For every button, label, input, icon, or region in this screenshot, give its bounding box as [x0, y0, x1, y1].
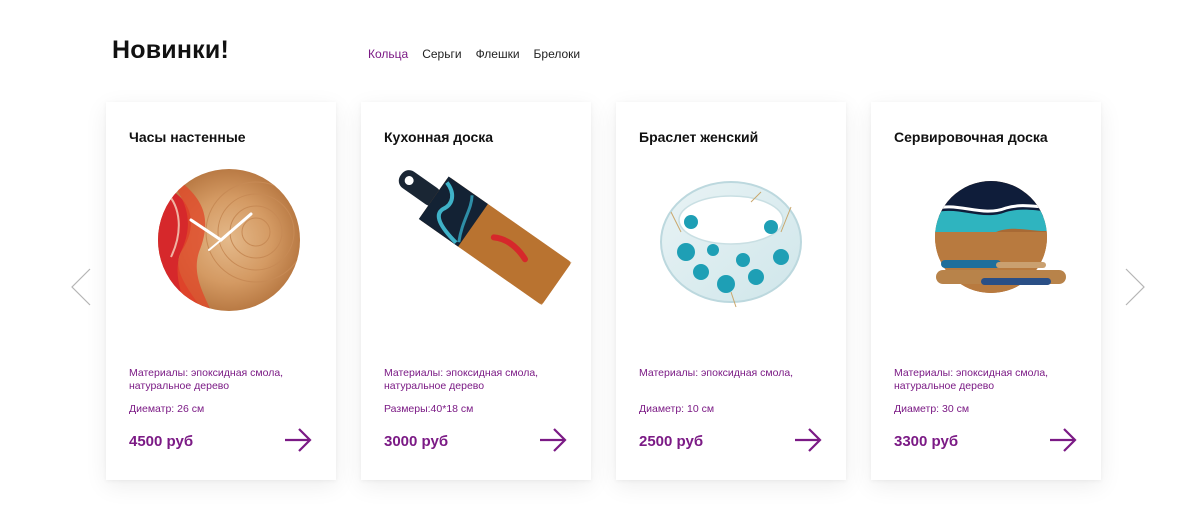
chevron-left-icon[interactable]	[70, 268, 92, 306]
product-card[interactable]: Кухонная доска Материалы: эпоксидная смо…	[361, 102, 591, 480]
section-title: Новинки!	[112, 36, 229, 64]
chevron-right-icon[interactable]	[1124, 268, 1146, 306]
new-products-section: Новинки! Кольца Серьги Флешки Брелоки Ча…	[0, 0, 1194, 524]
product-materials: Материалы: эпоксидная смола, натуральное…	[894, 367, 1049, 392]
product-name: Браслет женский	[639, 129, 759, 145]
product-materials: Материалы: эпоксидная смола, натуральное…	[384, 367, 539, 392]
arrow-right-icon[interactable]	[1049, 428, 1077, 452]
product-size: Диаметр: 30 см	[894, 403, 970, 415]
product-size: Диаметр: 10 см	[639, 403, 715, 415]
product-card[interactable]: Часы настенные Материалы: эпоксидная смо…	[106, 102, 336, 480]
product-name: Сервировочная доска	[894, 129, 1048, 145]
product-price: 3300 руб	[894, 433, 959, 450]
category-tabs: Кольца Серьги Флешки Брелоки	[368, 47, 580, 61]
product-image-serving-board	[886, 162, 1086, 322]
product-card[interactable]: Сервировочная доска Материалы: эпоксидна…	[871, 102, 1101, 480]
arrow-right-icon[interactable]	[794, 428, 822, 452]
product-image-cutting-board	[376, 162, 576, 322]
product-price: 4500 руб	[129, 433, 194, 450]
tab-keychains[interactable]: Брелоки	[534, 47, 581, 61]
product-image-bracelet	[631, 162, 831, 322]
tab-earrings[interactable]: Серьги	[422, 47, 461, 61]
product-price: 3000 руб	[384, 433, 449, 450]
arrow-right-icon[interactable]	[539, 428, 567, 452]
product-name: Часы настенные	[129, 129, 246, 145]
product-image-wall-clock	[121, 162, 321, 322]
tab-flash-drives[interactable]: Флешки	[476, 47, 520, 61]
product-size: Диематр: 26 см	[129, 403, 205, 415]
arrow-right-icon[interactable]	[284, 428, 312, 452]
product-price: 2500 руб	[639, 433, 704, 450]
product-materials: Материалы: эпоксидная смола, натуральное…	[129, 367, 284, 392]
product-size: Размеры:40*18 см	[384, 403, 474, 415]
product-card[interactable]: Браслет женский Материалы: эпоксидная см…	[616, 102, 846, 480]
tab-rings[interactable]: Кольца	[368, 47, 408, 61]
product-materials: Материалы: эпоксидная смола,	[639, 367, 794, 379]
product-name: Кухонная доска	[384, 129, 494, 145]
